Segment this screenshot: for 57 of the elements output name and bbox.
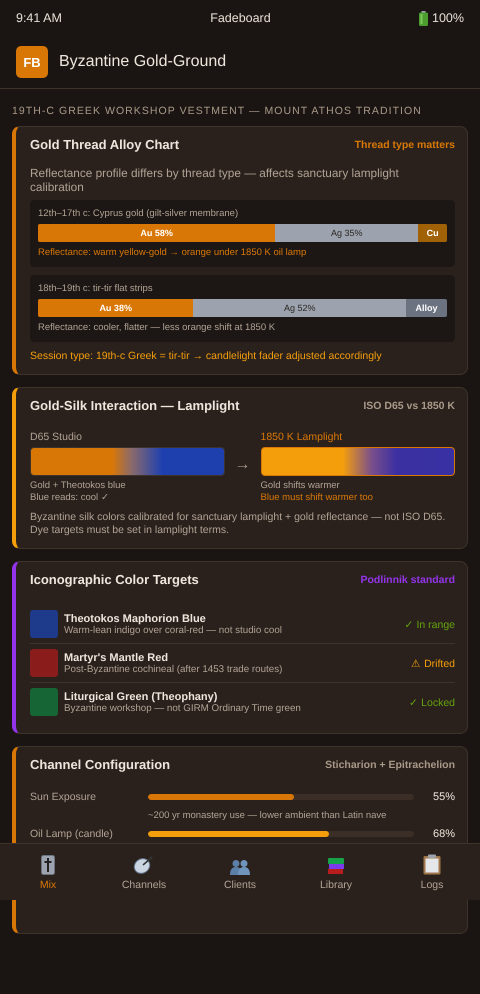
card-title: Gold Thread Alloy Chart xyxy=(30,137,180,152)
level-reading: 55% xyxy=(432,791,455,803)
battery-percent: 100% xyxy=(432,11,464,25)
target-status: ✓ In range xyxy=(404,618,455,630)
session-note: Session type: 19th-c Greek = tir-tir → candlelight fader adjusted accordingly xyxy=(30,350,383,362)
card-title: Gold-Silk Interaction — Lamplight xyxy=(30,398,240,413)
satellite-dish-icon xyxy=(133,854,155,874)
cross-icon xyxy=(41,854,55,874)
level-reading: 68% xyxy=(432,828,455,840)
card-description: Reflectance profile differs by thread type — affects sanctuary lamplight calibration xyxy=(30,166,400,194)
tab-button[interactable]: Logs xyxy=(397,850,467,894)
card-tag: ISO D65 vs 1850 K xyxy=(363,400,455,412)
reflectance-note: Reflectance: warm yellow-gold → orange under 1850 K oil lamp xyxy=(38,247,308,258)
card-description: Byzantine silk colors calibrated for sanctuary lamplight + gold reflectance — not ISO D65. Dye targets must be set in lamplight terms. xyxy=(30,511,446,536)
tab-button[interactable]: Mix xyxy=(13,850,83,894)
app-logo: FB xyxy=(16,46,48,78)
arrow-icon: → xyxy=(234,456,250,474)
alloy-segment: Alloy xyxy=(406,299,447,317)
reflectance-note: Reflectance: cooler, flatter — less orange shift at 1850 K xyxy=(38,322,276,333)
light-label: 1850 K Lamplight xyxy=(260,431,344,443)
alloy-segment: Ag 52% xyxy=(193,299,406,317)
status-time: 9:41 AM xyxy=(16,11,62,25)
target-status: ⚠ Drifted xyxy=(411,656,455,670)
swatch-note: Blue reads: cool ✓ xyxy=(30,492,110,503)
thread-label: 18th–19th c: tir-tir flat strips xyxy=(38,283,154,294)
channel-name: Sun Exposure xyxy=(30,791,97,803)
alloy-segment: Cu xyxy=(418,224,447,242)
swatch-note: Gold + Theotokos blue xyxy=(30,480,127,492)
card-title: Channel Configuration xyxy=(30,757,170,772)
swatch-note: Blue must shift warmer too xyxy=(260,492,374,503)
tab-button[interactable]: Clients xyxy=(205,850,275,894)
tab-button[interactable]: Library xyxy=(301,850,371,894)
swatch-note: Gold shifts warmer xyxy=(260,480,341,492)
target-name: Liturgical Green (Theophany) xyxy=(64,690,218,702)
card-tag: Podlinnik standard xyxy=(360,574,455,586)
alloy-segment: Ag 35% xyxy=(275,224,418,242)
thread-label: 12th–17th c: Cyprus gold (gilt-silver membrane) xyxy=(38,208,240,219)
alloy-segment: Au 38% xyxy=(38,299,194,317)
channel-name: Oil Lamp (candle) xyxy=(30,828,114,840)
card-tag: Thread type matters xyxy=(354,138,455,150)
card-title: Iconographic Color Targets xyxy=(30,572,199,587)
page-title: Byzantine Gold-Ground xyxy=(59,53,226,71)
clipboard-icon xyxy=(423,854,441,874)
app-title: Fadeboard xyxy=(210,11,271,25)
channel-note: ~200 yr monastery use — lower ambient than Latin nave xyxy=(148,810,388,821)
section-subtitle: 19TH-C GREEK WORKSHOP VESTMENT — MOUNT ATHOS TRADITION xyxy=(12,105,422,117)
target-name: Martyr's Mantle Red xyxy=(64,652,170,664)
target-description: Post-Byzantine cochineal (after 1453 trade routes) xyxy=(64,664,284,674)
alloy-segment: Au 58% xyxy=(38,224,276,242)
light-label: D65 Studio xyxy=(30,431,83,443)
target-status: ✓ Locked xyxy=(409,696,455,708)
tab-button[interactable]: Channels xyxy=(109,850,179,894)
battery-icon xyxy=(419,10,428,26)
card-tag: Sticharion + Epitrachelion xyxy=(325,758,455,770)
target-name: Theotokos Maphorion Blue xyxy=(64,612,207,624)
target-description: Warm-lean indigo over coral-red — not studio cool xyxy=(64,624,283,636)
target-description: Byzantine workshop — not GIRM Ordinary Time green xyxy=(64,702,302,714)
